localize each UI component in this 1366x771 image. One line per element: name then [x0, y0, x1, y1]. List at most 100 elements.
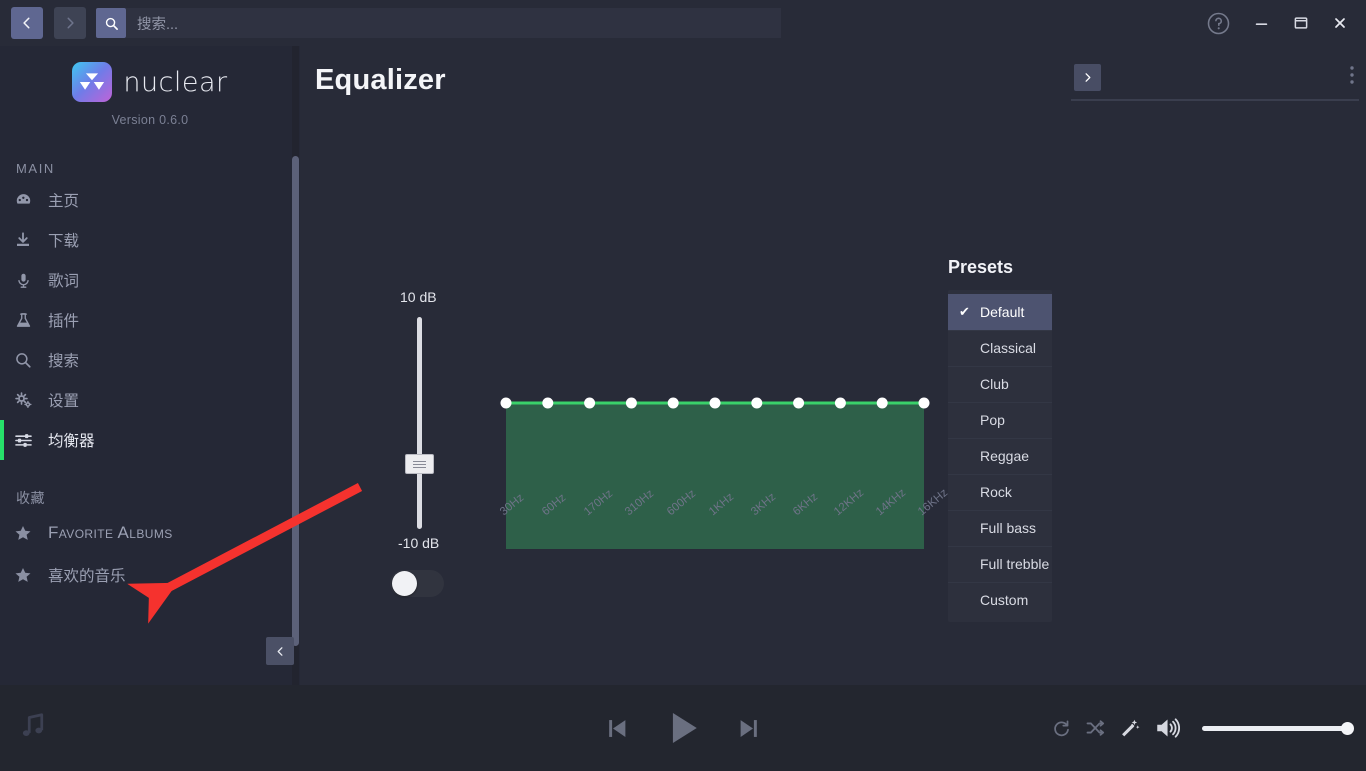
chevron-right-icon — [1085, 73, 1091, 82]
sidebar-collapse-button[interactable] — [266, 637, 294, 665]
presets-list: ✔ Default Classical Club Pop Reggae Rock Full b… — [948, 290, 1052, 622]
preset-item[interactable]: Full bass — [948, 510, 1052, 546]
sidebar-item-favorite-tracks[interactable]: 喜欢的音乐 — [0, 554, 300, 596]
eq-band-handle[interactable] — [667, 397, 679, 409]
question-circle-icon — [1207, 12, 1230, 34]
help-button[interactable] — [1206, 11, 1231, 36]
skip-back-icon — [609, 719, 626, 737]
sidebar-item-search[interactable]: 搜索 — [0, 340, 300, 380]
shuffle-button[interactable] — [1085, 718, 1105, 738]
sidebar-item-dashboard[interactable]: 主页 — [0, 180, 300, 220]
volume-slider[interactable] — [1202, 721, 1354, 735]
preset-item[interactable]: Pop — [948, 402, 1052, 438]
preamp-slider[interactable] — [417, 317, 422, 529]
eq-band-handle[interactable] — [500, 397, 512, 409]
eq-band-handle[interactable] — [793, 397, 805, 409]
preset-label: Full bass — [980, 520, 1037, 536]
star-icon — [12, 566, 34, 584]
eq-band-handle[interactable] — [625, 397, 637, 409]
eq-band-handle[interactable] — [751, 397, 763, 409]
preset-item[interactable]: Full trebble — [948, 546, 1052, 582]
search-icon — [12, 351, 34, 369]
volume-slider-knob[interactable] — [1341, 721, 1354, 735]
sidebar-item-label: 插件 — [48, 313, 80, 330]
queue-panel — [1063, 46, 1366, 685]
preset-item[interactable]: Custom — [948, 582, 1052, 618]
search-placeholder: 搜索... — [137, 16, 179, 33]
sidebar-scrollbar-thumb[interactable] — [292, 156, 299, 646]
brand-name: nuclear — [123, 66, 228, 98]
more-vertical-icon — [1350, 66, 1354, 84]
queue-expand-button[interactable] — [1074, 64, 1101, 91]
eq-band-handle[interactable] — [876, 397, 888, 409]
eq-band-handle[interactable] — [584, 397, 596, 409]
equalizer-enable-toggle[interactable] — [390, 570, 444, 597]
preset-item[interactable]: Club — [948, 366, 1052, 402]
autoradio-button[interactable] — [1119, 718, 1140, 739]
sidebar-item-equalizer[interactable]: 均衡器 — [0, 420, 300, 460]
minimize-button[interactable] — [1253, 15, 1270, 32]
sidebar-item-plugins[interactable]: 插件 — [0, 300, 300, 340]
search-button[interactable] — [96, 8, 126, 38]
version-label: Version 0.6.0 — [111, 113, 189, 127]
sidebar-item-label: 主页 — [48, 193, 80, 210]
preset-item[interactable]: ✔ Default — [948, 294, 1052, 330]
volume-high-icon — [1157, 718, 1180, 738]
previous-button[interactable] — [604, 715, 631, 742]
next-button[interactable] — [735, 715, 762, 742]
flask-icon — [12, 312, 34, 329]
player-right-controls — [1052, 685, 1354, 771]
sidebar: nuclear Version 0.6.0 MAIN 主页 下载 歌词 插件 搜… — [0, 46, 300, 685]
sidebar-item-favorite-albums[interactable]: Favorite Albums — [0, 512, 300, 554]
repeat-button[interactable] — [1052, 719, 1071, 738]
maximize-button[interactable] — [1292, 14, 1310, 32]
preamp-max-label: 10 dB — [400, 289, 437, 305]
repeat-icon — [1054, 720, 1069, 736]
toggle-knob — [392, 571, 417, 596]
sidebar-item-label: 歌词 — [48, 273, 80, 290]
preset-item[interactable]: Classical — [948, 330, 1052, 366]
player-bar — [0, 685, 1366, 771]
volume-button[interactable] — [1154, 715, 1180, 741]
nuclear-app-window: 搜索... nuclear Version 0.6.0 MAIN 主页 下载 歌… — [0, 0, 1366, 771]
eq-band-handle[interactable] — [542, 397, 554, 409]
queue-divider — [1071, 99, 1359, 101]
skip-forward-icon — [740, 719, 757, 737]
download-icon — [12, 231, 34, 249]
close-button[interactable] — [1332, 15, 1348, 31]
search-icon — [105, 17, 118, 30]
brand: nuclear Version 0.6.0 — [0, 46, 300, 127]
eq-band-handle[interactable] — [918, 397, 930, 409]
preset-label: Full trebble — [980, 556, 1050, 572]
preamp-slider-handle[interactable] — [405, 454, 434, 474]
preset-item[interactable]: Reggae — [948, 438, 1052, 474]
frequency-axis-labels: 30Hz 60Hz 170Hz 310Hz 600Hz 1KHz 3KHz 6KHz 12KHz… — [498, 487, 950, 575]
sidebar-item-label: 设置 — [48, 393, 80, 410]
eq-band-handle[interactable] — [709, 397, 721, 409]
sidebar-item-settings[interactable]: 设置 — [0, 380, 300, 420]
preset-label: Pop — [980, 412, 1005, 428]
play-icon — [672, 712, 697, 744]
play-button[interactable] — [661, 706, 705, 750]
star-icon — [12, 524, 34, 542]
eq-band-handle[interactable] — [834, 397, 846, 409]
chevron-right-icon — [67, 17, 74, 29]
page-title: Equalizer — [315, 64, 446, 96]
minimize-icon — [1255, 22, 1268, 25]
preset-label: Reggae — [980, 448, 1030, 464]
back-button[interactable] — [11, 7, 43, 39]
search-input[interactable]: 搜索... — [126, 8, 781, 38]
preset-item[interactable]: Rock — [948, 474, 1052, 510]
presets-title: Presets — [948, 257, 1014, 277]
gear-icon — [12, 391, 34, 410]
music-note-icon — [18, 711, 48, 746]
queue-panel-header — [1063, 46, 1366, 106]
queue-menu-button[interactable] — [1350, 66, 1354, 84]
titlebar: 搜索... — [0, 0, 1366, 46]
sidebar-item-label: Favorite Albums — [48, 523, 173, 542]
sidebar-item-downloads[interactable]: 下载 — [0, 220, 300, 260]
sidebar-item-lyrics[interactable]: 歌词 — [0, 260, 300, 300]
forward-button[interactable] — [54, 7, 86, 39]
dashboard-icon — [12, 191, 34, 210]
section-label-favorites: 收藏 — [16, 490, 45, 506]
